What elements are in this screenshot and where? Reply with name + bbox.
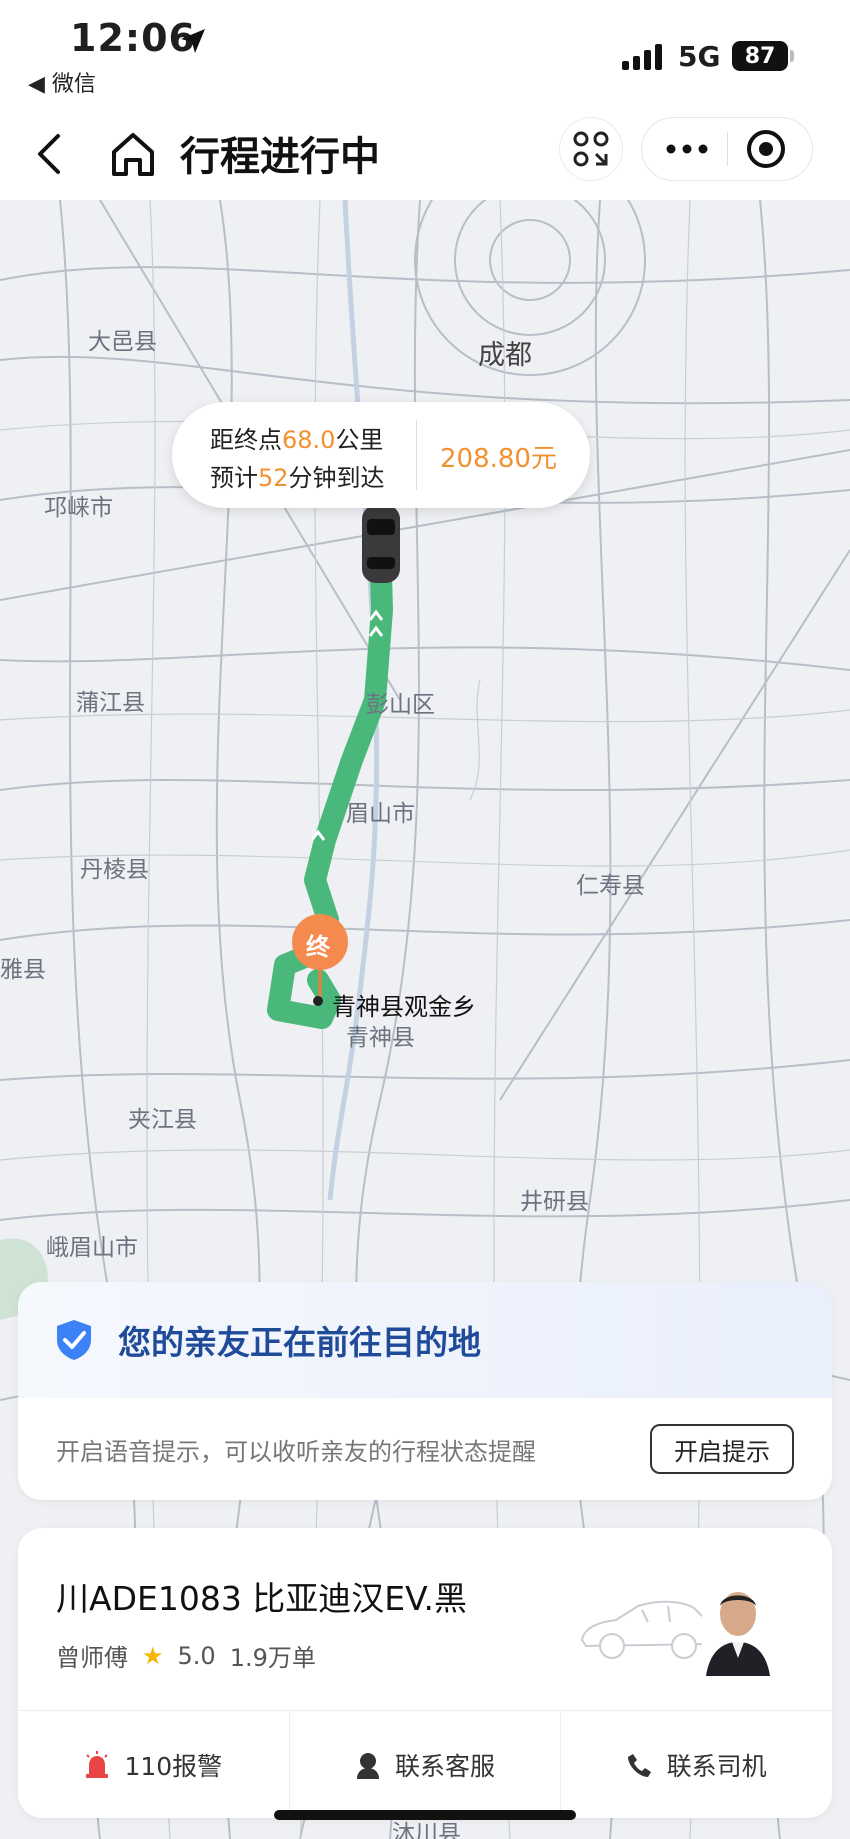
distance-remaining: 距终点68.0公里: [210, 426, 384, 454]
back-icon[interactable]: [30, 128, 70, 180]
safety-card: 您的亲友正在前往目的地 开启语音提示，可以收听亲友的行程状态提醒 开启提示: [18, 1282, 832, 1500]
close-miniprogram-icon[interactable]: [744, 127, 788, 171]
driver-orders: 1.9万单: [229, 1644, 316, 1672]
map-label-ya: 雅县: [0, 957, 46, 983]
map-label-jingyan: 井研县: [520, 1189, 589, 1215]
map-label-chengdu: 成都: [478, 340, 532, 371]
car-marker: [362, 505, 400, 583]
cellular-signal-icon: [622, 44, 662, 70]
safety-card-header: 您的亲友正在前往目的地: [18, 1282, 832, 1398]
star-icon: ★: [142, 1641, 164, 1670]
capsule-divider: [727, 132, 728, 166]
map-label-jiajiang: 夹江县: [128, 1107, 197, 1133]
safety-title: 您的亲友正在前往目的地: [118, 1323, 481, 1362]
customer-service-icon: [357, 1753, 379, 1779]
home-icon[interactable]: [108, 128, 158, 180]
call-police-label: 110报警: [124, 1752, 223, 1781]
enable-voice-alerts-button[interactable]: 开启提示: [650, 1424, 794, 1474]
contact-service-label: 联系客服: [395, 1752, 496, 1781]
status-bar: 12:06 ◀ 微信 5G 87: [0, 0, 850, 110]
eta-text: 预计52分钟到达: [210, 464, 385, 492]
driver-avatar: [702, 1584, 774, 1676]
destination-label: 青神县观金乡: [332, 993, 476, 1021]
page-title: 行程进行中: [180, 134, 380, 180]
scan-button[interactable]: [560, 118, 622, 180]
nav-bar: 行程进行中: [0, 110, 850, 200]
map-label-meishan: 眉山市: [346, 801, 415, 827]
shield-check-icon: [57, 1320, 91, 1360]
driver-card: 川ADE1083 比亚迪汉EV.黑 曾师傅 ★ 5.0 1.9万单 110报警: [18, 1528, 832, 1818]
map-label-emeishan: 峨眉山市: [46, 1235, 138, 1261]
battery-tip: [790, 50, 794, 62]
map-label-pengshan: 彭山区: [366, 692, 435, 718]
miniprogram-capsule: [642, 118, 812, 180]
battery-level: 87: [744, 43, 776, 69]
map-label-qingshen: 青神县: [346, 1025, 415, 1051]
phone-icon: [627, 1754, 651, 1777]
home-indicator: [274, 1810, 576, 1820]
bubble-divider: [416, 420, 417, 490]
driver-rating: 5.0: [177, 1641, 216, 1670]
location-arrow-icon: [181, 29, 205, 53]
driver-meta: 曾师傅 ★ 5.0 1.9万单: [56, 1638, 316, 1673]
scan-icon: [573, 131, 609, 167]
driver-name: 曾师傅: [56, 1644, 128, 1672]
battery-icon: 87: [732, 41, 788, 71]
car-illustration: [580, 1600, 712, 1659]
map-label-qionglai: 邛崃市: [44, 495, 113, 521]
more-icon[interactable]: [664, 130, 710, 168]
trip-price: 208.80元: [440, 444, 557, 474]
back-to-wechat-link[interactable]: ◀ 微信: [28, 66, 96, 98]
map-label-pujiang: 蒲江县: [76, 690, 145, 716]
call-police-button[interactable]: 110报警: [18, 1711, 290, 1818]
map-label-dayi: 大邑县: [88, 329, 157, 355]
safety-description: 开启语音提示，可以收听亲友的行程状态提醒: [56, 1438, 536, 1466]
network-type: 5G: [678, 40, 721, 73]
contact-service-button[interactable]: 联系客服: [290, 1711, 562, 1818]
map-label-renshou: 仁寿县: [576, 873, 645, 899]
alarm-icon: [86, 1751, 109, 1778]
destination-marker-text: 终: [306, 933, 330, 961]
call-driver-label: 联系司机: [666, 1752, 767, 1781]
driver-actions: 110报警 联系客服 联系司机: [18, 1710, 832, 1818]
plate-and-car-model: 川ADE1083 比亚迪汉EV.黑: [56, 1579, 467, 1618]
map-label-danling: 丹棱县: [80, 857, 149, 883]
trip-info-bubble: 距终点68.0公里 预计52分钟到达 208.80元: [172, 402, 590, 508]
call-driver-button[interactable]: 联系司机: [561, 1711, 832, 1818]
